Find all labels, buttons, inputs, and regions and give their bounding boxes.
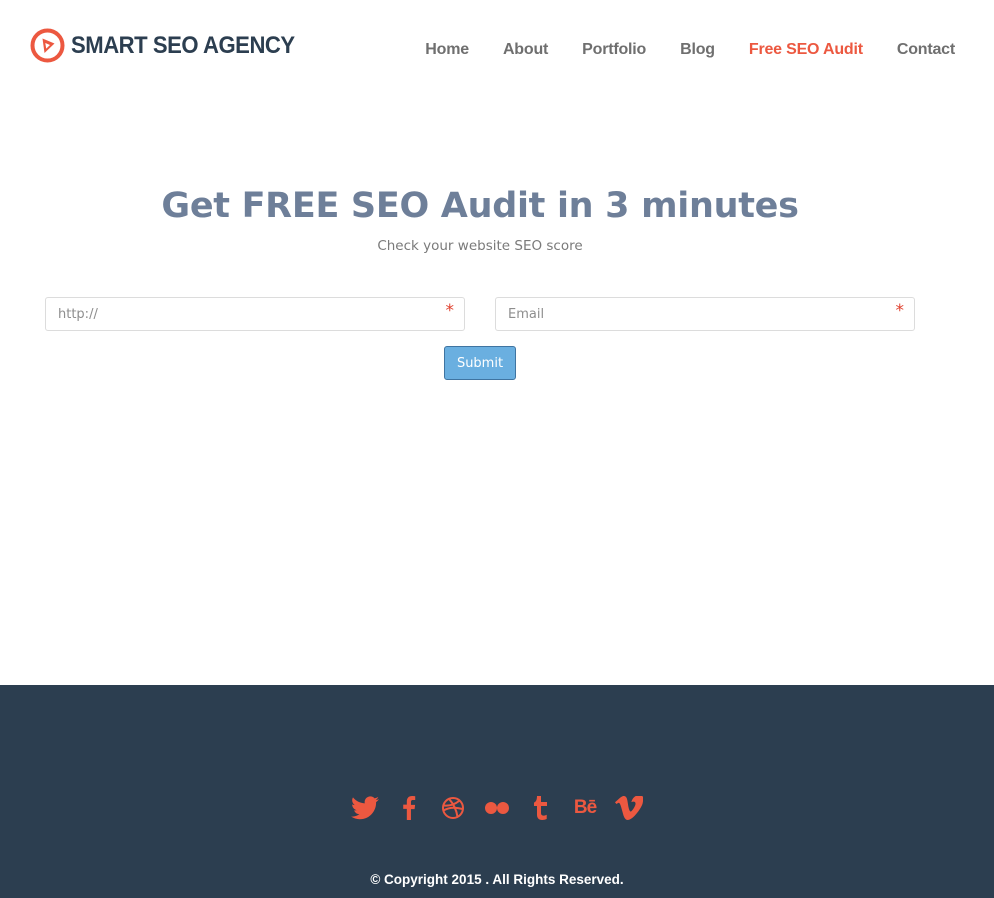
nav-item-home[interactable]: Home — [425, 41, 469, 59]
nav-item-blog[interactable]: Blog — [680, 41, 715, 59]
main-nav: Home About Portfolio Blog Free SEO Audit… — [391, 41, 955, 59]
brand-logo-link[interactable]: SMART SEO AGENCY — [30, 28, 314, 63]
behance-icon: Bē — [573, 797, 597, 818]
brand-name: SMART SEO AGENCY — [71, 31, 295, 59]
tumblr-icon — [534, 796, 547, 820]
email-required-marker: * — [895, 301, 905, 321]
nav-item-portfolio[interactable]: Portfolio — [582, 41, 646, 59]
submit-button[interactable]: Submit — [444, 346, 516, 380]
social-links: Bē — [0, 793, 994, 823]
dribbble-icon — [442, 797, 464, 819]
url-input[interactable] — [46, 298, 464, 330]
behance-link[interactable]: Bē — [570, 793, 600, 823]
vimeo-icon — [615, 796, 643, 820]
url-field: * — [45, 297, 465, 331]
page-title: Get FREE SEO Audit in 3 minutes — [161, 186, 799, 226]
facebook-link[interactable] — [394, 793, 424, 823]
site-header: SMART SEO AGENCY Home About Portfolio Bl… — [0, 0, 994, 100]
page-subtitle: Check your website SEO score — [377, 238, 583, 254]
compass-play-logo-icon — [30, 28, 65, 63]
flickr-icon — [485, 802, 509, 814]
nav-item-free-seo-audit[interactable]: Free SEO Audit — [749, 41, 863, 59]
site-footer: Bē © Copyright 2015 . All Rights Reserve… — [0, 685, 994, 898]
facebook-icon — [403, 796, 416, 820]
nav-item-contact[interactable]: Contact — [897, 41, 955, 59]
twitter-link[interactable] — [350, 793, 380, 823]
copyright-text: © Copyright 2015 . All Rights Reserved. — [370, 872, 624, 887]
email-field: * — [495, 297, 915, 331]
url-required-marker: * — [445, 301, 455, 321]
dribbble-link[interactable] — [438, 793, 468, 823]
vimeo-link[interactable] — [614, 793, 644, 823]
nav-item-about[interactable]: About — [503, 41, 548, 59]
flickr-link[interactable] — [482, 793, 512, 823]
twitter-icon — [351, 796, 379, 820]
tumblr-link[interactable] — [526, 793, 556, 823]
email-input[interactable] — [496, 298, 914, 330]
